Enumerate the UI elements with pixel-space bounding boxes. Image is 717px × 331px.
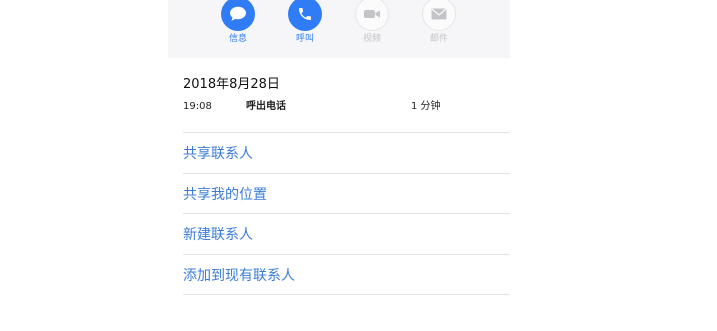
share-contact-label: 共享联系人 — [183, 146, 253, 162]
call-duration: 1 分钟 — [411, 101, 441, 112]
call-history: 2018年8月28日 19:08 呼出电话 1 分钟 — [183, 76, 510, 118]
contact-panel: 信息 呼叫 视频 邮件 2018年8月28日 19:08 呼出电话 1 分钟 共… — [168, 0, 510, 331]
share-contact-button[interactable]: 共享联系人 — [168, 133, 510, 173]
add-to-existing-contact-button[interactable]: 添加到现有联系人 — [168, 255, 510, 295]
message-bubble-icon — [221, 0, 255, 31]
contact-action-bar: 信息 呼叫 视频 邮件 — [168, 0, 510, 58]
phone-icon — [288, 0, 322, 31]
call-history-row: 19:08 呼出电话 1 分钟 — [183, 100, 510, 118]
create-contact-label: 新建联系人 — [183, 227, 253, 243]
create-contact-button[interactable]: 新建联系人 — [168, 214, 510, 254]
call-type: 呼出电话 — [246, 101, 286, 112]
call-history-date: 2018年8月28日 — [183, 77, 280, 92]
mail-action-label: 邮件 — [429, 34, 448, 44]
message-action-button[interactable]: 信息 — [213, 0, 263, 58]
mail-action-button[interactable]: 邮件 — [414, 0, 464, 58]
contact-detail-screen: 信息 呼叫 视频 邮件 2018年8月28日 19:08 呼出电话 1 分钟 共… — [0, 0, 717, 331]
video-action-button[interactable]: 视频 — [347, 0, 397, 58]
share-location-button[interactable]: 共享我的位置 — [168, 174, 510, 214]
call-action-button[interactable]: 呼叫 — [280, 0, 330, 58]
mail-envelope-icon — [422, 0, 456, 31]
message-action-label: 信息 — [228, 34, 247, 44]
video-camera-icon — [355, 0, 389, 31]
video-action-label: 视频 — [362, 34, 381, 44]
call-time: 19:08 — [183, 101, 212, 112]
call-action-label: 呼叫 — [295, 34, 314, 44]
share-location-label: 共享我的位置 — [183, 187, 267, 203]
add-to-existing-contact-label: 添加到现有联系人 — [183, 268, 295, 284]
divider — [183, 294, 510, 295]
